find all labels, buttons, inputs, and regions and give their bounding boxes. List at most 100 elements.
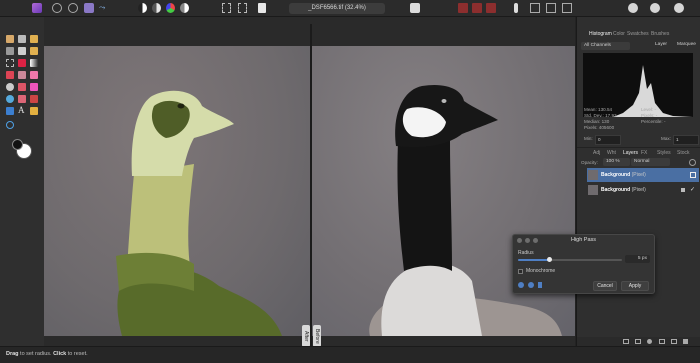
smudge-icon[interactable]	[18, 95, 26, 103]
opacity-label: Opacity:	[581, 160, 598, 165]
arrange-icon[interactable]	[562, 3, 572, 13]
app-logo-icon[interactable]	[32, 3, 42, 13]
radius-value-field[interactable]: 5 px	[625, 255, 650, 263]
tab-wht[interactable]: Wht	[607, 150, 616, 156]
mirror-view-icon[interactable]	[486, 3, 496, 13]
before-label: Before	[313, 325, 321, 347]
text-tool-icon[interactable]: A	[18, 105, 26, 115]
color-picker-tool-icon[interactable]	[18, 59, 26, 67]
pixel-tool-icon[interactable]	[18, 71, 26, 79]
flood-select-icon[interactable]	[18, 47, 26, 55]
move-tool-icon[interactable]	[18, 35, 26, 43]
stat-pixels: Pixels: 405600	[584, 125, 615, 130]
mask-icon[interactable]	[635, 339, 641, 344]
layer-row[interactable]: Background (Pixel) ✓	[587, 183, 699, 197]
adjustment-icon[interactable]	[647, 339, 652, 344]
hand-tool-icon[interactable]	[6, 35, 14, 43]
max-field[interactable]: 1	[673, 135, 699, 145]
tab-stock[interactable]: Stock	[677, 150, 690, 156]
assistant-icon[interactable]	[628, 3, 638, 13]
align-icon[interactable]	[546, 3, 556, 13]
mirror-preview-icon[interactable]	[538, 282, 542, 288]
lock-icon[interactable]	[681, 188, 685, 192]
fx-icon[interactable]	[659, 339, 665, 344]
eraser-icon[interactable]	[30, 71, 38, 79]
tab-layers[interactable]: Layers	[623, 150, 638, 156]
layers-footer	[577, 337, 700, 346]
monochrome-label: Monochrome	[526, 268, 556, 274]
top-toolbar: ⤳ _DSF6566.tif (32.4%)	[0, 0, 700, 17]
apply-button[interactable]: Apply	[621, 281, 649, 291]
selection-icon[interactable]	[238, 3, 247, 13]
brush-selection-icon[interactable]	[30, 35, 38, 43]
snapping-icon[interactable]	[530, 3, 540, 13]
layer-name: Background	[601, 187, 631, 193]
marquee-tool-icon[interactable]	[6, 59, 14, 67]
crop-tool-icon[interactable]	[6, 47, 14, 55]
stat-median: Median: 130	[584, 119, 610, 124]
layer-visibility-checkbox[interactable]	[690, 172, 696, 178]
settings-icon[interactable]	[674, 3, 684, 13]
paint-brush-icon[interactable]	[6, 71, 14, 79]
tab-histogram[interactable]: Histogram	[589, 31, 612, 37]
comments-icon[interactable]	[650, 3, 660, 13]
min-label: Min:	[584, 136, 593, 141]
tab-color[interactable]: Color	[613, 31, 625, 37]
cancel-button[interactable]: Cancel	[593, 281, 617, 291]
min-field[interactable]: 0	[595, 135, 621, 145]
split-view-icon[interactable]	[472, 3, 482, 13]
view-mode-icon[interactable]	[458, 3, 468, 13]
zoom-tool-icon[interactable]	[6, 121, 14, 129]
layer-visibility-checkbox[interactable]: ✓	[690, 187, 696, 193]
radius-slider[interactable]	[518, 257, 622, 262]
tab-swatches[interactable]: Swatches	[627, 31, 649, 37]
tab-brushes[interactable]: Brushes	[651, 31, 669, 37]
high-pass-dialog: High Pass Radius 5 px Monochrome Cancel …	[512, 234, 655, 294]
after-preview-image[interactable]	[44, 46, 310, 336]
dodge-icon[interactable]	[6, 83, 14, 91]
split-preview-icon[interactable]	[528, 282, 534, 288]
blur-brush-icon[interactable]	[6, 95, 14, 103]
auto-white-balance-icon[interactable]	[180, 3, 189, 13]
delete-layer-icon[interactable]	[683, 339, 688, 344]
add-layer-icon[interactable]	[623, 339, 629, 344]
stat-percentile: Percentile: -	[641, 119, 666, 124]
magic-wand-icon[interactable]	[30, 47, 38, 55]
marquee-icon[interactable]	[222, 3, 231, 13]
layer-row[interactable]: Background (Pixel)	[587, 168, 699, 182]
split-view-divider[interactable]	[310, 24, 312, 346]
layer-toggle-button[interactable]: Layer	[655, 42, 667, 47]
rectangle-tool-icon[interactable]	[6, 107, 14, 115]
tab-styles[interactable]: Styles	[657, 150, 671, 156]
healing-icon[interactable]	[30, 83, 38, 91]
clone-icon[interactable]	[18, 83, 26, 91]
document-title[interactable]: _DSF6566.tif (32.4%)	[289, 3, 385, 14]
blend-mode-select[interactable]: Normal	[631, 158, 670, 166]
tab-adjustments[interactable]: Adj	[593, 150, 600, 156]
layer-settings-icon[interactable]	[689, 159, 696, 166]
gradient-tool-icon[interactable]	[30, 59, 38, 67]
red-eye-icon[interactable]	[30, 95, 38, 103]
auto-contrast-icon[interactable]	[152, 3, 161, 13]
auto-colors-icon[interactable]	[166, 3, 175, 13]
auto-levels-icon[interactable]	[138, 3, 147, 13]
pen-tool-icon[interactable]	[30, 107, 38, 115]
monochrome-checkbox[interactable]	[518, 269, 523, 274]
stat-std-dev: Std. Dev.: 17.93	[584, 113, 617, 118]
liquify-persona-icon[interactable]	[68, 3, 78, 13]
channel-select[interactable]: All Channels	[581, 42, 630, 50]
color-picker-icon[interactable]	[514, 3, 518, 13]
foreground-color-swatch[interactable]	[12, 139, 23, 150]
radius-slider-handle[interactable]	[546, 257, 552, 262]
marquee-toggle-button[interactable]: Marquee	[677, 42, 696, 47]
layer-name: Background	[601, 172, 631, 178]
persona-icon[interactable]	[52, 3, 62, 13]
quick-mask-icon[interactable]	[410, 3, 420, 13]
tab-fx[interactable]: FX	[641, 150, 647, 156]
preview-icon[interactable]	[518, 282, 524, 288]
lock-icon[interactable]	[258, 3, 266, 13]
group-icon[interactable]	[671, 339, 677, 344]
develop-persona-icon[interactable]	[84, 3, 94, 13]
export-persona-icon[interactable]: ⤳	[99, 3, 109, 13]
opacity-field[interactable]: 100 %	[603, 158, 630, 166]
